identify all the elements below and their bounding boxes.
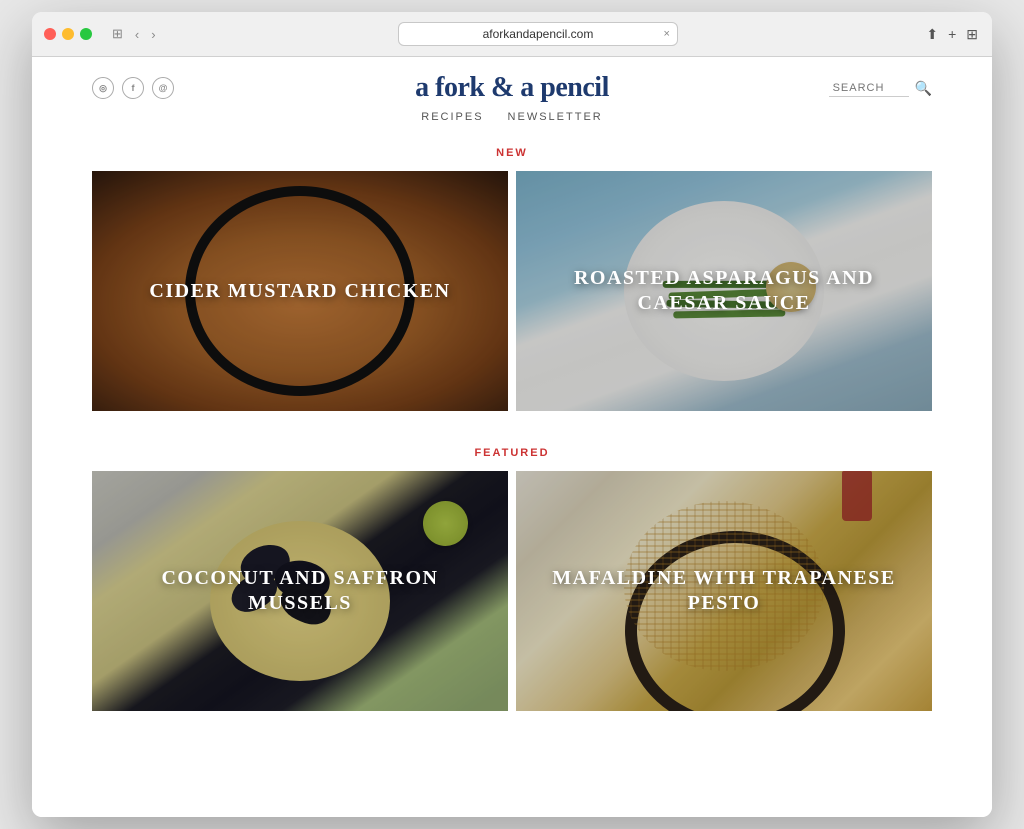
maximize-dot[interactable] bbox=[80, 28, 92, 40]
website-content: ◎ f @ a fork & a pencil 🔍 RECIPES NEWSLE… bbox=[32, 57, 992, 817]
site-title-wrapper: a fork & a pencil bbox=[415, 72, 609, 104]
recipe-overlay-asparagus: ROASTED ASPARAGUS AND CAESAR SAUCE bbox=[516, 171, 932, 411]
address-bar: 🔒 × bbox=[168, 22, 909, 46]
search-button[interactable]: 🔍 bbox=[915, 80, 932, 97]
recipe-overlay-cider: CIDER MUSTARD CHICKEN bbox=[92, 171, 508, 411]
browser-actions: ⬆ + ⊞ bbox=[924, 24, 980, 45]
recipe-card-cider-chicken[interactable]: CIDER MUSTARD CHICKEN bbox=[92, 171, 508, 411]
minimize-dot[interactable] bbox=[62, 28, 74, 40]
new-recipes-grid: CIDER MUSTARD CHICKEN bbox=[92, 171, 932, 411]
instagram-icon[interactable]: @ bbox=[152, 77, 174, 99]
browser-window: ⊞ ‹ › 🔒 × ⬆ + ⊞ ◎ f bbox=[32, 12, 992, 817]
site-title[interactable]: a fork & a pencil bbox=[415, 72, 609, 104]
sidebar-toggle-button[interactable]: ⊞ bbox=[108, 24, 127, 44]
recipe-card-asparagus[interactable]: ROASTED ASPARAGUS AND CAESAR SAUCE bbox=[516, 171, 932, 411]
new-section-label: NEW bbox=[92, 131, 932, 171]
recipe-overlay-mussels: COCONUT AND SAFFRON MUSSELS bbox=[92, 471, 508, 711]
new-tab-button[interactable]: + bbox=[946, 24, 958, 44]
recipe-card-pasta[interactable]: MAFALDINE WITH TRAPANESE PESTO bbox=[516, 471, 932, 711]
forward-button[interactable]: › bbox=[147, 25, 159, 44]
tab-close-button[interactable]: × bbox=[664, 28, 670, 40]
close-dot[interactable] bbox=[44, 28, 56, 40]
nav-newsletter[interactable]: NEWSLETTER bbox=[508, 111, 603, 123]
site-header: ◎ f @ a fork & a pencil 🔍 bbox=[32, 57, 992, 99]
address-wrapper: 🔒 × bbox=[398, 22, 678, 46]
grid-button[interactable]: ⊞ bbox=[964, 24, 980, 45]
share-button[interactable]: ⬆ bbox=[924, 24, 940, 45]
recipe-card-mussels[interactable]: COCONUT AND SAFFRON MUSSELS bbox=[92, 471, 508, 711]
url-input[interactable] bbox=[398, 22, 678, 46]
recipe-title-asparagus: ROASTED ASPARAGUS AND CAESAR SAUCE bbox=[536, 266, 912, 316]
recipe-title-mussels: COCONUT AND SAFFRON MUSSELS bbox=[112, 566, 488, 616]
facebook-icon[interactable]: f bbox=[122, 77, 144, 99]
browser-chrome: ⊞ ‹ › 🔒 × ⬆ + ⊞ bbox=[32, 12, 992, 57]
search-area: 🔍 bbox=[829, 80, 932, 97]
social-icons: ◎ f @ bbox=[92, 77, 174, 99]
search-input[interactable] bbox=[829, 80, 909, 97]
featured-recipes-grid: COCONUT AND SAFFRON MUSSELS bbox=[92, 471, 932, 711]
browser-nav-controls: ⊞ ‹ › bbox=[108, 24, 160, 44]
nav-recipes[interactable]: RECIPES bbox=[421, 111, 483, 123]
back-button[interactable]: ‹ bbox=[131, 25, 143, 44]
rss-icon[interactable]: ◎ bbox=[92, 77, 114, 99]
browser-traffic-lights bbox=[44, 28, 92, 40]
recipe-title-cider: CIDER MUSTARD CHICKEN bbox=[149, 279, 450, 304]
recipe-title-pasta: MAFALDINE WITH TRAPANESE PESTO bbox=[536, 566, 912, 616]
recipe-overlay-pasta: MAFALDINE WITH TRAPANESE PESTO bbox=[516, 471, 932, 711]
main-content: NEW CIDER MUSTARD CHICKEN bbox=[32, 131, 992, 711]
featured-section-label: FEATURED bbox=[92, 431, 932, 471]
